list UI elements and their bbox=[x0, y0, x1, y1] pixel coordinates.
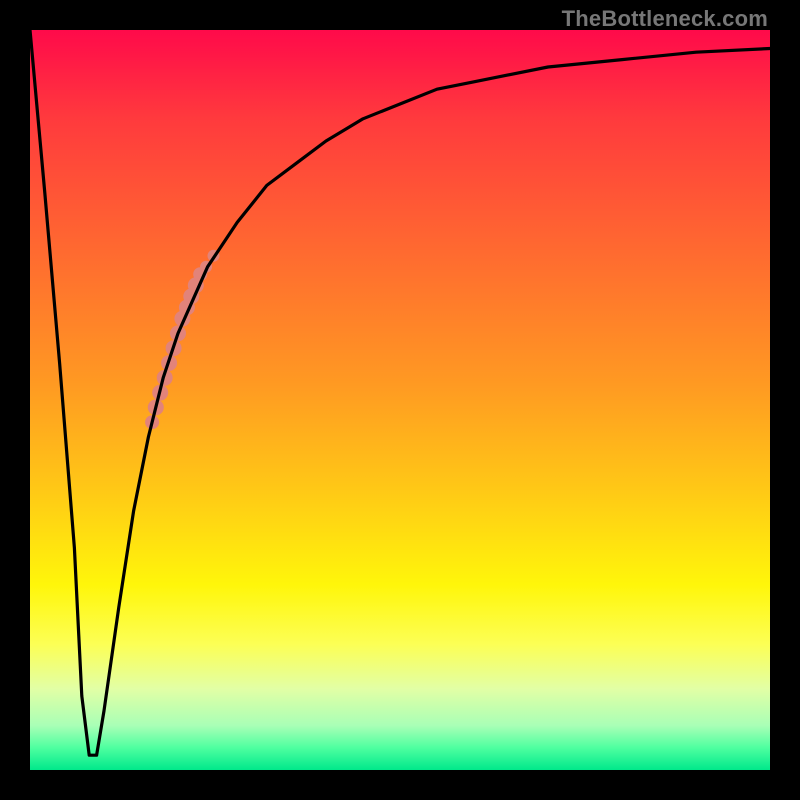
plot-area bbox=[30, 30, 770, 770]
chart-frame: TheBottleneck.com bbox=[0, 0, 800, 800]
watermark-link[interactable]: TheBottleneck.com bbox=[562, 6, 768, 32]
chart-svg bbox=[30, 30, 770, 770]
bottleneck-curve bbox=[30, 30, 770, 755]
